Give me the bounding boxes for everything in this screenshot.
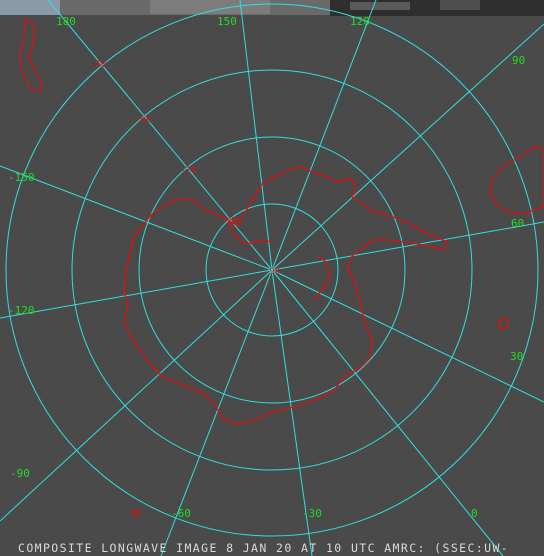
lon-label-150: 150	[217, 15, 237, 28]
lon-label-120: 120	[350, 15, 370, 28]
lat-label-minus-90: -90	[264, 267, 280, 277]
lat-label-minus-50: -50	[90, 60, 106, 70]
new-zealand-coastline	[19, 17, 43, 93]
lon-label-minus-30: -30	[302, 507, 322, 520]
meridian-180	[47, 0, 273, 271]
image-caption: COMPOSITE LONGWAVE IMAGE 8 JAN 20 AT 10 …	[18, 541, 510, 555]
lon-label-minus-90: -90	[10, 467, 30, 480]
tasmania-coastline	[497, 317, 509, 331]
lon-label-0: 0	[471, 507, 478, 520]
lon-label-minus-60: -60	[171, 507, 191, 520]
latitude-labels: -50 -60 -70 -80 -90	[90, 60, 280, 277]
coastline-outlines	[19, 17, 544, 517]
antarctica-coastline	[123, 165, 449, 425]
lat-label-minus-80: -80	[223, 216, 239, 226]
meridian-minus-120	[0, 269, 273, 319]
lat-label-minus-60: -60	[135, 115, 151, 125]
lon-label-minus-150: -150	[8, 171, 35, 184]
lon-label-60: 60	[511, 217, 524, 230]
map-canvas: 180 150 120 90 60 30 0 -30 -60 -90 -120 …	[0, 0, 544, 556]
lon-label-minus-120: -120	[8, 304, 35, 317]
meridian-30	[271, 269, 544, 403]
satellite-image-top-strip	[0, 0, 544, 16]
island-south-atlantic	[131, 509, 141, 517]
lon-label-90: 90	[512, 54, 525, 67]
lon-label-180: 180	[56, 15, 76, 28]
lon-label-30: 30	[510, 350, 523, 363]
meridian-60	[271, 221, 544, 271]
meridian-lines	[0, 0, 544, 556]
polar-map: 180 150 120 90 60 30 0 -30 -60 -90 -120 …	[0, 0, 544, 556]
meridian-minus-90	[0, 269, 273, 522]
australia-coastline	[489, 145, 544, 215]
meridian-150	[239, 0, 273, 271]
meridian-90	[271, 23, 544, 271]
lat-label-minus-70: -70	[180, 166, 196, 176]
